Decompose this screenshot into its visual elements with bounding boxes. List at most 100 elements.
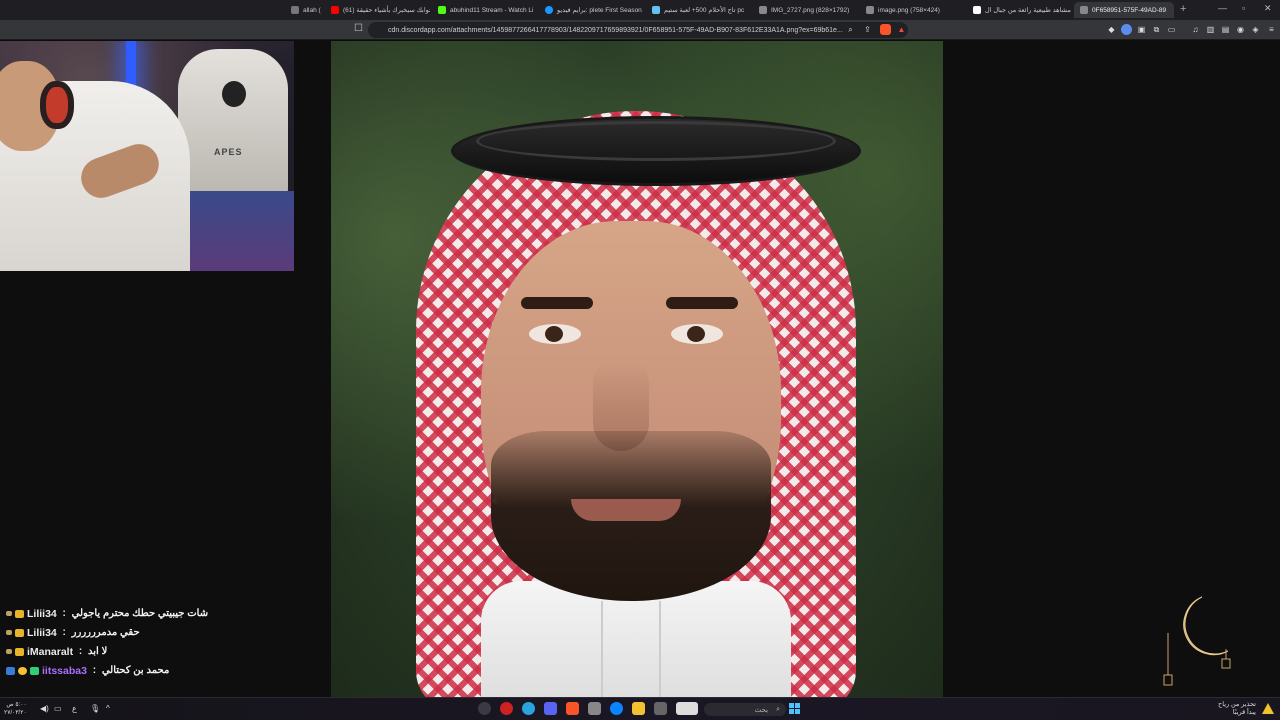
clock[interactable]: ٥:٠٠ ص ٢٧/٠٣/٢٠ xyxy=(4,701,27,717)
url-field[interactable]: cdn.discordapp.com/attachments/145987726… xyxy=(368,22,908,38)
tab-title: 0F658951-575F-49AD-89 xyxy=(1092,6,1167,14)
tab-7[interactable]: image.png (758×424) xyxy=(860,2,965,18)
tab-title: abuhind11 Stream - Watch Li xyxy=(450,6,534,14)
tab-1[interactable]: allah ( xyxy=(285,2,325,18)
prime-video-icon xyxy=(545,6,553,14)
brave-rewards-icon[interactable]: ▲ xyxy=(896,24,907,35)
left-eyebrow xyxy=(521,297,593,309)
tab-title: IMG_2727.png (828×1792) xyxy=(771,6,850,14)
wallet-icon[interactable]: ▤ xyxy=(1220,24,1231,35)
chat-message: Lilii34 : شات جيبيتي حطك محترم ياجولي xyxy=(6,604,306,623)
sub-badge-icon xyxy=(6,649,12,654)
share-icon[interactable]: ⇪ xyxy=(862,24,873,35)
image-icon xyxy=(1080,6,1088,14)
discord-app-icon[interactable] xyxy=(544,702,557,715)
chat-username[interactable]: iitssaba3 xyxy=(42,665,87,677)
tab-3[interactable]: abuhind11 Stream - Watch Li xyxy=(432,2,537,18)
weather-widget[interactable]: تحذير من رياح يبدأ قريبًا xyxy=(1200,701,1256,717)
music-icon[interactable]: ♫ xyxy=(1190,24,1201,35)
image-icon xyxy=(759,6,767,14)
zoom-icon[interactable]: ⌕ xyxy=(845,24,856,35)
thobe-collar xyxy=(601,601,661,697)
screen: allah ( (61) جوابك سيخبرك بأشياء حقيقة a… xyxy=(0,0,1280,720)
tab-2[interactable]: (61) جوابك سيخبرك بأشياء حقيقة xyxy=(325,2,430,18)
puzzle-icon[interactable]: ⧉ xyxy=(1151,24,1162,35)
app-icon[interactable] xyxy=(588,702,601,715)
bookmark-icon[interactable]: ☐ xyxy=(354,23,363,34)
brave-app-icon[interactable] xyxy=(566,702,579,715)
new-tab-icon[interactable]: + xyxy=(1180,3,1186,15)
verified-badge-icon xyxy=(6,666,15,675)
browser-tab-bar: allah ( (61) جوابك سيخبرك بأشياء حقيقة a… xyxy=(0,0,1280,20)
edge-app-icon[interactable] xyxy=(610,702,623,715)
clock-time: ٥:٠٠ ص xyxy=(6,702,27,708)
chat-text: محمد بن كحتالي xyxy=(101,665,170,676)
search-icon: ⌕ xyxy=(776,705,780,713)
tab-title: تاج الأحلام 500+ لعبة ستيم pc xyxy=(664,7,745,14)
shield-icon[interactable]: ◈ xyxy=(1250,24,1261,35)
close-window-icon[interactable]: ✕ xyxy=(1264,3,1272,14)
settings-app-icon[interactable] xyxy=(478,702,491,715)
right-eye xyxy=(671,324,723,344)
store-app-icon[interactable] xyxy=(676,702,698,715)
vpn-icon[interactable]: ◉ xyxy=(1235,24,1246,35)
crown-badge-icon xyxy=(15,647,24,656)
chat-username[interactable]: iManaralt xyxy=(27,646,73,658)
tab-8[interactable]: مشاهد طبيعية رائعة من جبال ال xyxy=(967,2,1072,18)
chevron-up-icon[interactable]: ^ xyxy=(106,704,110,713)
chair-brand-text: APES xyxy=(214,147,243,157)
webcam-overlay: APES xyxy=(0,41,294,271)
microphone-icon[interactable]: 🎙 xyxy=(90,704,100,713)
steam-icon xyxy=(652,6,660,14)
language-indicator[interactable]: ع xyxy=(72,704,77,713)
windows-start-icon[interactable] xyxy=(789,703,800,714)
chat-text: حقي مدمرررررر xyxy=(71,627,140,638)
extension-icon[interactable]: ▣ xyxy=(1136,24,1147,35)
chat-message: Lilii34 : حقي مدمرررررر xyxy=(6,623,306,642)
url-text: cdn.discordapp.com/attachments/145987726… xyxy=(388,26,843,34)
file-explorer-icon[interactable] xyxy=(632,702,645,715)
speaker-icon[interactable]: ◀) xyxy=(40,704,49,713)
chat-username[interactable]: Lilii34 xyxy=(27,608,57,620)
app-icon[interactable] xyxy=(654,702,667,715)
tab-active[interactable]: 0F658951-575F-49AD-89 ✕ xyxy=(1074,2,1174,18)
menu-icon[interactable]: ≡ xyxy=(1266,24,1277,35)
extension-icon[interactable] xyxy=(1121,24,1132,35)
gaming-chair xyxy=(178,49,288,199)
chair-logo-icon xyxy=(222,81,246,107)
telegram-app-icon[interactable] xyxy=(522,702,535,715)
taskbar-search[interactable]: بحث ⌕ xyxy=(704,703,786,716)
obs-app-icon[interactable] xyxy=(500,702,513,715)
headphones-icon xyxy=(40,81,74,129)
maximize-icon[interactable]: ▫ xyxy=(1242,3,1245,13)
left-eye xyxy=(529,324,581,344)
network-icon[interactable]: ▭ xyxy=(54,704,62,713)
extension-icon[interactable]: ▭ xyxy=(1166,24,1177,35)
minimize-icon[interactable]: — xyxy=(1218,3,1227,13)
chat-username[interactable]: Lilii34 xyxy=(27,627,57,639)
sidebar-icon[interactable]: ▥ xyxy=(1205,24,1216,35)
tab-title: image.png (758×424) xyxy=(878,6,940,14)
sub-badge-icon xyxy=(6,611,12,616)
chat-message: iManaralt : لا ابد xyxy=(6,642,306,661)
tab-6[interactable]: IMG_2727.png (828×1792) xyxy=(753,2,858,18)
tab-title: allah ( xyxy=(303,6,321,14)
brave-shield-icon[interactable] xyxy=(880,24,891,35)
gift-badge-icon xyxy=(30,666,39,675)
tab-4[interactable]: برايم فيديو: plete First Season xyxy=(539,2,644,18)
crescent-moon-decoration xyxy=(1163,596,1231,686)
tab-5[interactable]: تاج الأحلام 500+ لعبة ستيم pc xyxy=(646,2,751,18)
youtube-icon xyxy=(331,6,339,14)
sub-badge-icon xyxy=(6,630,12,635)
warning-icon[interactable] xyxy=(1262,703,1274,714)
image-icon xyxy=(866,6,874,14)
chat-message: iitssaba3 : محمد بن كحتالي xyxy=(6,661,306,680)
tiktok-icon xyxy=(973,6,981,14)
extension-icon[interactable]: ◆ xyxy=(1106,24,1117,35)
browser-address-bar: ☐ cdn.discordapp.com/attachments/1459877… xyxy=(0,20,1280,40)
tab-title: برايم فيديو: plete First Season xyxy=(557,7,642,14)
agal-ring xyxy=(476,121,836,161)
tab-title: (61) جوابك سيخبرك بأشياء حقيقة xyxy=(343,7,430,14)
image-viewer: APES xyxy=(0,41,1280,697)
tab-title: مشاهد طبيعية رائعة من جبال ال xyxy=(985,7,1071,14)
